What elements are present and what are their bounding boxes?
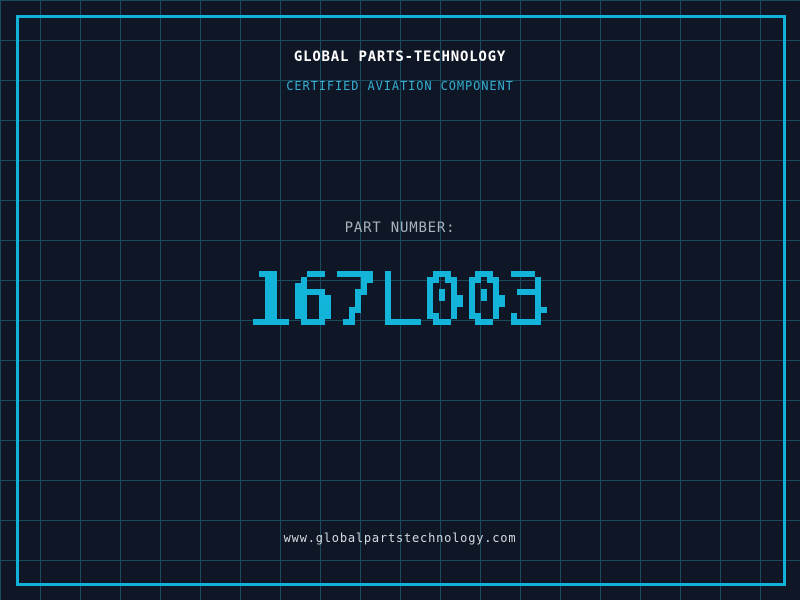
part-number-label: PART NUMBER: bbox=[344, 220, 456, 236]
website-url: www.globalpartstechnology.com bbox=[283, 531, 517, 545]
certification-label: CERTIFIED AVIATION COMPONENT bbox=[286, 79, 514, 93]
certificate-screen: GLOBAL PARTS-TECHNOLOGY CERTIFIED AVIATI… bbox=[0, 0, 800, 600]
part-number-display bbox=[241, 247, 559, 349]
company-name: GLOBAL PARTS-TECHNOLOGY bbox=[293, 49, 507, 65]
